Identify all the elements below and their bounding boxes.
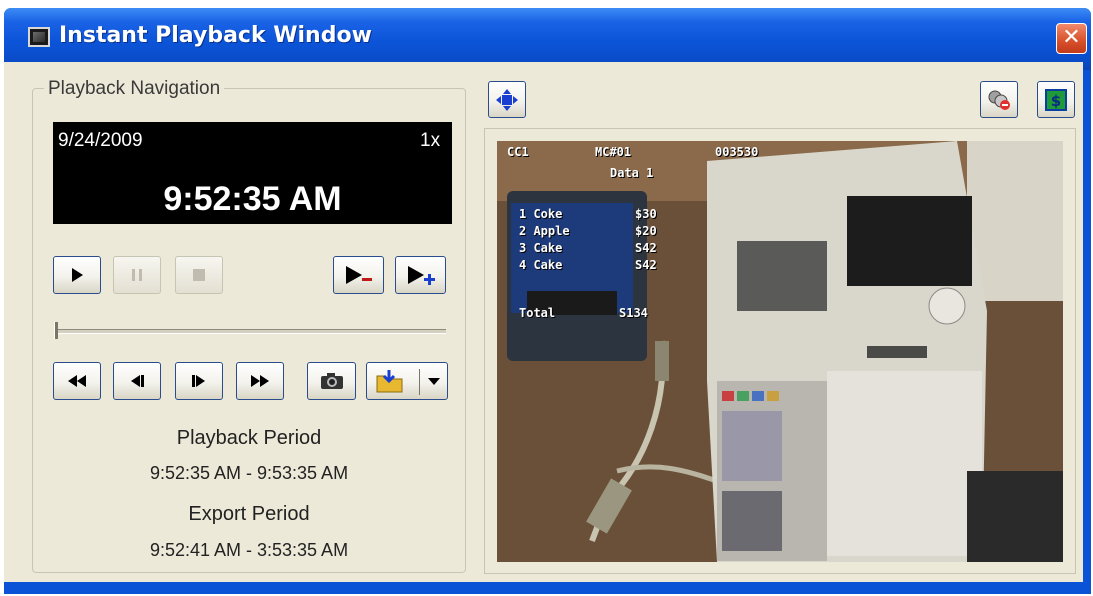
pause-button[interactable] (113, 256, 161, 294)
fast-forward-icon (251, 375, 269, 387)
snapshot-button[interactable] (307, 362, 356, 400)
osd-item-price: S42 (635, 258, 657, 272)
mark-in-icon (407, 266, 435, 285)
play-icon (72, 268, 83, 282)
window-icon (28, 27, 50, 47)
display-speed: 1x (420, 130, 441, 151)
step-forward-button[interactable] (175, 362, 223, 400)
osd-total-label: Total (519, 306, 556, 320)
fast-rewind-button[interactable] (53, 362, 101, 400)
close-button[interactable]: ✕ (1056, 23, 1087, 54)
playback-period-value: 9:52:35 AM - 9:53:35 AM (149, 463, 349, 483)
export-period-label: Export Period (188, 503, 310, 525)
export-button[interactable] (366, 362, 448, 400)
osd-register: MC#01 (595, 145, 632, 159)
fit-window-icon (496, 88, 518, 111)
osd-item-label: 3 Cake (519, 241, 563, 255)
osd-id: 003530 (715, 145, 759, 159)
playback-navigation-label: Playback Navigation (44, 78, 225, 100)
osd-data-line: Data 1 (610, 166, 654, 180)
stop-button[interactable] (175, 256, 223, 294)
mark-out-button[interactable] (333, 256, 384, 294)
osd-item-price: $20 (635, 224, 657, 238)
playback-period-label: Playback Period (176, 427, 322, 449)
playback-slider-track[interactable] (55, 329, 446, 334)
chevron-down-icon[interactable] (427, 377, 441, 387)
export-period-value: 9:52:41 AM - 3:53:35 AM (149, 540, 349, 560)
stop-icon (193, 269, 205, 281)
svg-text:$: $ (1051, 92, 1061, 110)
display-time: 9:52:35 AM (163, 180, 342, 218)
fit-window-button[interactable] (488, 81, 526, 118)
export-dropdown-divider (419, 369, 420, 395)
title-bar[interactable]: Instant Playback Window ✕ (4, 8, 1091, 70)
window-title: Instant Playback Window (59, 23, 372, 48)
unlink-button[interactable] (980, 81, 1018, 118)
camera-icon (320, 373, 343, 389)
video-playback[interactable]: CC1 MC#01 003530 Data 1 1 Coke $30 2 App… (497, 141, 1063, 562)
step-back-icon (131, 375, 144, 387)
play-button[interactable] (53, 256, 101, 294)
osd-item-price: S42 (635, 241, 657, 255)
video-scene (497, 141, 1063, 562)
export-folder-icon (376, 370, 403, 393)
step-back-button[interactable] (113, 362, 161, 400)
osd-item-label: 2 Apple (519, 224, 570, 238)
dollar-icon: $ (1045, 88, 1067, 111)
link-icon (988, 90, 1010, 110)
display-date: 9/24/2009 (58, 130, 143, 151)
pause-icon (132, 269, 142, 281)
osd-item-label: 1 Coke (519, 207, 563, 221)
mark-in-button[interactable] (395, 256, 446, 294)
close-icon: ✕ (1062, 25, 1081, 50)
fast-forward-button[interactable] (236, 362, 284, 400)
osd-item-label: 4 Cake (519, 258, 563, 272)
osd-total-value: S134 (619, 306, 648, 320)
step-forward-icon (192, 375, 205, 387)
playback-slider-thumb[interactable] (54, 322, 58, 339)
osd-camera: CC1 (507, 145, 529, 159)
fast-rewind-icon (68, 375, 86, 387)
pos-data-button[interactable]: $ (1037, 81, 1075, 118)
osd-item-price: $30 (635, 207, 657, 221)
mark-out-icon (345, 266, 372, 284)
